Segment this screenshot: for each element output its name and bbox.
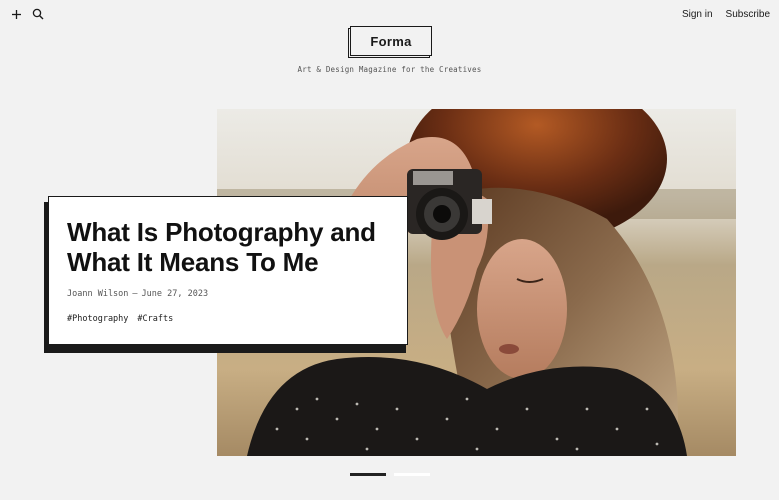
meta-separator: — bbox=[132, 289, 138, 299]
featured-article-card[interactable]: What Is Photography and What It Means To… bbox=[48, 196, 408, 345]
article-author[interactable]: Joann Wilson bbox=[67, 289, 128, 299]
sign-in-link[interactable]: Sign in bbox=[682, 9, 713, 20]
logo[interactable]: Forma bbox=[348, 26, 432, 58]
subscribe-link[interactable]: Subscribe bbox=[726, 9, 770, 20]
search-icon[interactable] bbox=[31, 7, 45, 21]
article-tags: #Photography #Crafts bbox=[67, 314, 389, 324]
plus-icon[interactable] bbox=[9, 7, 23, 21]
topbar-nav: Sign in Subscribe bbox=[682, 9, 770, 20]
article-title-line-1: What Is Photography and bbox=[67, 217, 376, 247]
article-meta: Joann Wilson — June 27, 2023 bbox=[67, 289, 389, 299]
slider-pagination bbox=[350, 473, 430, 476]
topbar-left bbox=[9, 7, 45, 21]
article-title[interactable]: What Is Photography and What It Means To… bbox=[67, 217, 389, 277]
slide-indicator-2[interactable] bbox=[394, 473, 430, 476]
logo-text: Forma bbox=[350, 26, 432, 56]
article-date: June 27, 2023 bbox=[141, 289, 209, 299]
tag-link[interactable]: #Photography bbox=[67, 314, 128, 324]
tag-link[interactable]: #Crafts bbox=[137, 314, 173, 324]
page: Sign in Subscribe Forma Art & Design Mag… bbox=[0, 0, 779, 500]
article-title-line-2: What It Means To Me bbox=[67, 247, 319, 277]
site-tagline: Art & Design Magazine for the Creatives bbox=[297, 65, 482, 74]
slide-indicator-1[interactable] bbox=[350, 473, 386, 476]
